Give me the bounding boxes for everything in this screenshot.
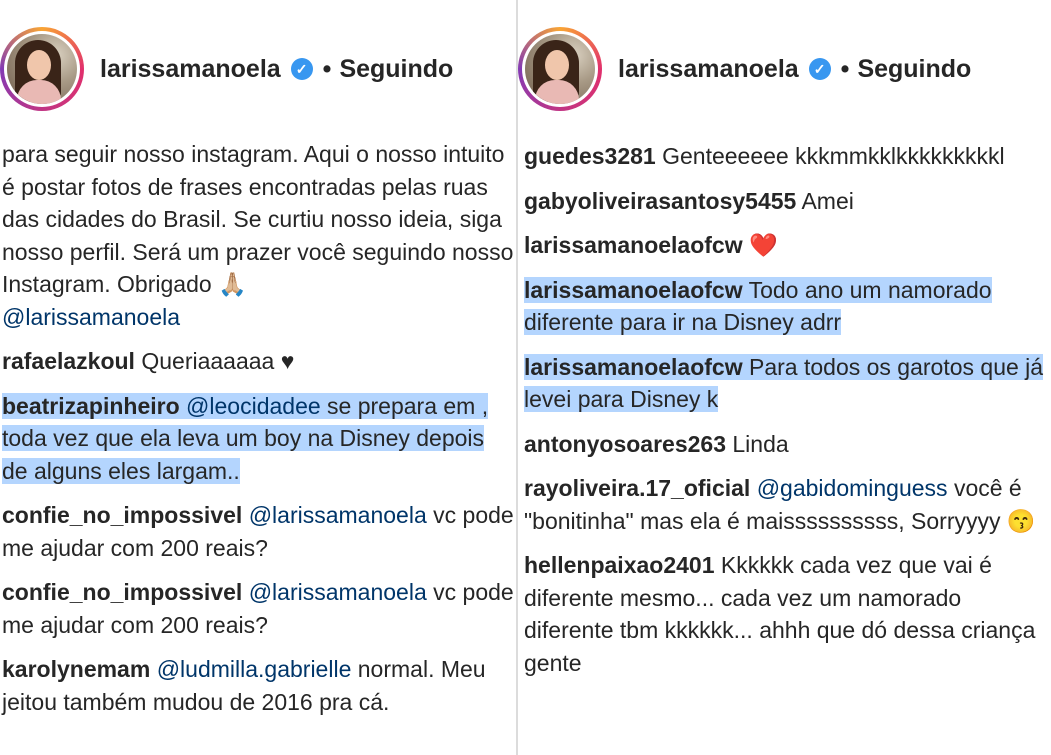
comment-username[interactable]: antonyosoares263 xyxy=(524,431,726,457)
post-header: larissamanoela ✓ • Seguindo xyxy=(0,14,453,124)
right-screenshot-panel: larissamanoela ✓ • Seguindo guedes3281 G… xyxy=(518,0,1051,755)
comment-mention-link[interactable]: @ludmilla.gabrielle xyxy=(157,656,352,682)
comment-username[interactable]: larissamanoelaofcw xyxy=(524,232,743,258)
comment: larissamanoelaofcw ❤️ xyxy=(524,229,1044,262)
avatar[interactable] xyxy=(0,27,84,111)
caption-text: para seguir nosso instagram. Aqui o noss… xyxy=(2,141,514,297)
comment-text: Queriaaaaaa ♥ xyxy=(141,348,295,374)
comment-username[interactable]: guedes3281 xyxy=(524,143,656,169)
comment: rayoliveira.17_oficial @gabidominguess v… xyxy=(524,472,1044,537)
comment-username[interactable]: beatrizapinheiro xyxy=(2,393,180,419)
avatar[interactable] xyxy=(518,27,602,111)
profile-username[interactable]: larissamanoela xyxy=(100,55,281,84)
left-screenshot-panel: larissamanoela ✓ • Seguindo para seguir … xyxy=(0,0,516,755)
post-caption: para seguir nosso instagram. Aqui o noss… xyxy=(2,138,514,333)
separator-dot: • xyxy=(840,54,850,83)
verified-badge-icon: ✓ xyxy=(808,58,831,80)
comment: confie_no_impossivel @larissamanoela vc … xyxy=(2,499,514,564)
comment: rafaelazkoul Queriaaaaaa ♥ xyxy=(2,345,514,378)
comment: guedes3281 Genteeeeee kkkmmkklkkkkkkkkkl xyxy=(524,140,1044,173)
comment: antonyosoares263 Linda xyxy=(524,428,1044,461)
comment: hellenpaixao2401 Kkkkkk cada vez que vai… xyxy=(524,549,1044,679)
comment-mention-link[interactable]: @gabidominguess xyxy=(757,475,948,501)
profile-photo xyxy=(7,34,77,104)
comments-list: para seguir nosso instagram. Aqui o noss… xyxy=(2,138,514,730)
comment-username[interactable]: rafaelazkoul xyxy=(2,348,135,374)
comment: larissamanoelaofcw Para todos os garotos… xyxy=(524,351,1044,416)
comment-username[interactable]: larissamanoelaofcw xyxy=(524,277,743,303)
comment-username[interactable]: hellenpaixao2401 xyxy=(524,552,715,578)
profile-photo xyxy=(525,34,595,104)
comment: karolynemam @ludmilla.gabrielle normal. … xyxy=(2,653,514,718)
comment-username[interactable]: gabyoliveirasantosy5455 xyxy=(524,188,796,214)
comment-text: Amei xyxy=(801,187,854,214)
following-button[interactable]: Seguindo xyxy=(857,55,971,84)
comment: confie_no_impossivel @larissamanoela vc … xyxy=(2,576,514,641)
comment-username[interactable]: confie_no_impossivel xyxy=(2,579,242,605)
comment-username[interactable]: confie_no_impossivel xyxy=(2,502,242,528)
comment-username[interactable]: rayoliveira.17_oficial xyxy=(524,475,750,501)
caption-mention-link[interactable]: @larissamanoela xyxy=(2,304,180,330)
comment-text: Genteeeeee kkkmmkklkkkkkkkkkl xyxy=(662,143,1005,169)
comment: gabyoliveirasantosy5455 Amei xyxy=(524,185,1044,218)
profile-username[interactable]: larissamanoela xyxy=(618,55,799,84)
comment-username[interactable]: karolynemam xyxy=(2,656,150,682)
verified-badge-icon: ✓ xyxy=(290,58,313,80)
comment-username[interactable]: larissamanoelaofcw xyxy=(524,354,743,380)
comment: larissamanoelaofcw Todo ano um namorado … xyxy=(524,274,1044,339)
comment-mention-link[interactable]: @larissamanoela xyxy=(249,502,427,528)
comment-mention-link[interactable]: @leocidadee xyxy=(186,393,321,419)
comment: beatrizapinheiro @leocidadee se prepara … xyxy=(2,390,514,488)
comment-text: Linda xyxy=(732,430,789,457)
comment-mention-link[interactable]: @larissamanoela xyxy=(249,579,427,605)
post-header: larissamanoela ✓ • Seguindo xyxy=(518,14,971,124)
red-heart-emoji: ❤️ xyxy=(749,232,778,258)
following-button[interactable]: Seguindo xyxy=(339,55,453,84)
comments-list: guedes3281 Genteeeeee kkkmmkklkkkkkkkkkl… xyxy=(524,140,1044,691)
separator-dot: • xyxy=(322,54,332,83)
